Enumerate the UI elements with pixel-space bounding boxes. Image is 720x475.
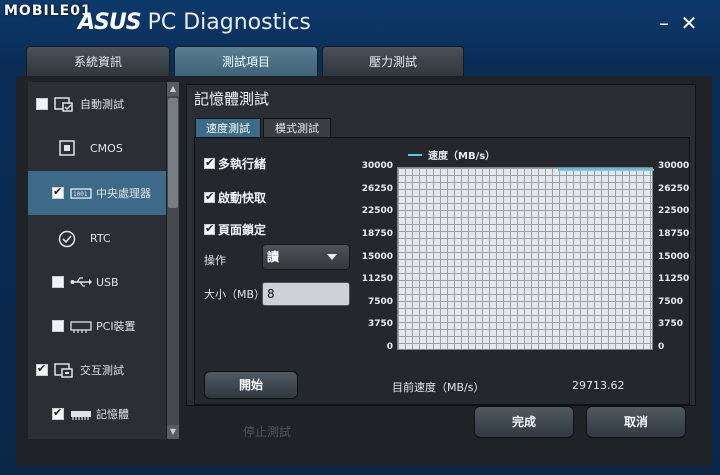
app-window: MOBILE01 ASUS PC Diagnostics – ✕ 系統資訊 測試… [0, 0, 720, 475]
y-axis-tick-right: 0 [658, 342, 665, 352]
svg-text:1001: 1001 [73, 191, 88, 198]
option-label: 多執行緒 [218, 157, 267, 171]
panel-title: 記憶體測試 [194, 90, 270, 108]
enable-cache-checkbox[interactable] [204, 190, 215, 203]
operation-value: 讀 [267, 250, 280, 264]
legend-label: 速度（MB/s） [428, 151, 496, 162]
y-axis-tick-right: 11250 [658, 274, 690, 285]
y-axis-tick-right: 18750 [658, 228, 690, 239]
y-axis-tick-right: 15000 [658, 251, 690, 262]
sidebar-item-label: USB [96, 275, 119, 289]
y-axis-tick-right: 26250 [658, 183, 690, 194]
usb-checkbox[interactable] [52, 276, 64, 288]
sidebar-item-label: 交互測試 [80, 364, 124, 377]
sidebar-item-cmos[interactable]: CMOS [28, 126, 166, 170]
tab-system-info[interactable]: 系統資訊 [26, 46, 170, 76]
start-button[interactable]: 開始 [204, 371, 298, 399]
cmos-icon [58, 140, 78, 156]
size-label: 大小（MB） [204, 288, 266, 301]
current-speed-label: 目前速度（MB/s） [392, 381, 485, 394]
interactive-test-icon [54, 362, 74, 378]
cpu-icon: 1001 [70, 185, 92, 201]
y-axis-tick-right: 30000 [658, 161, 690, 171]
chart-legend: 速度（MB/s） [408, 147, 495, 162]
pci-icon [70, 318, 92, 334]
auto-test-checkbox[interactable] [36, 98, 48, 110]
option-label: 頁面鎖定 [218, 223, 267, 237]
sidebar-item-label: 記憶體 [96, 408, 129, 421]
size-input[interactable]: 8 [262, 282, 350, 306]
sidebar-item-interactive-test[interactable]: 交互測試 [28, 348, 166, 392]
option-label: 啟動快取 [218, 191, 267, 205]
tab-stress-test[interactable]: 壓力測試 [322, 46, 464, 76]
usb-icon [70, 274, 92, 290]
rtc-clock-icon [58, 230, 78, 248]
y-axis-tick-left: 15000 [361, 251, 393, 262]
app-title: ASUS PC Diagnostics [78, 10, 311, 35]
option-multithread[interactable]: 多執行緒 [204, 155, 266, 172]
scroll-up-arrow-icon[interactable]: ▲ [167, 82, 179, 96]
y-axis-tick-left: 22500 [361, 206, 393, 217]
y-axis-tick-right: 7500 [658, 296, 684, 307]
sidebar-scrollbar[interactable]: ▲ ▼ [166, 82, 179, 439]
sidebar-item-usb[interactable]: USB [28, 260, 166, 304]
app-title-text: PC Diagnostics [147, 10, 311, 35]
legend-swatch [408, 153, 422, 156]
memory-icon [70, 406, 91, 422]
sidebar-item-cpu[interactable]: 1001 中央處理器 [28, 171, 166, 215]
sidebar-item-label: PCI裝置 [96, 320, 136, 333]
sidebar-item-pci[interactable]: PCI裝置 [28, 304, 166, 348]
speed-chart-plot [397, 167, 654, 350]
brand-logo: ASUS [78, 10, 142, 35]
pci-checkbox[interactable] [52, 320, 64, 332]
memory-checkbox[interactable] [52, 406, 64, 420]
sidebar-item-label: 中央處理器 [96, 187, 151, 200]
sidebar-item-rtc[interactable]: RTC [28, 216, 166, 260]
done-button[interactable]: 完成 [474, 406, 574, 438]
operation-select[interactable]: 讀 [262, 244, 350, 270]
tab-pattern-test[interactable]: 模式測試 [263, 118, 331, 137]
sidebar-item-label: CMOS [90, 141, 123, 155]
option-enable-cache[interactable]: 啟動快取 [204, 189, 266, 206]
cpu-checkbox[interactable] [52, 185, 64, 199]
sidebar-item-memory[interactable]: 記憶體 [28, 392, 166, 436]
interactive-test-checkbox[interactable] [36, 362, 48, 376]
current-speed-value: 29713.62 [572, 379, 625, 392]
y-axis-tick-right: 22500 [658, 206, 690, 217]
speed-chart-svg [558, 168, 654, 171]
scroll-down-arrow-icon[interactable]: ▼ [167, 425, 179, 439]
test-sidebar: 自動測試 CMOS 1001 中央處理器 RTC USB [28, 82, 166, 439]
sidebar-item-label: 自動測試 [80, 98, 124, 111]
sidebar-item-label: RTC [90, 231, 111, 245]
tab-test-items[interactable]: 測試項目 [174, 46, 318, 76]
close-button[interactable]: ✕ [678, 12, 700, 34]
y-axis-tick-left: 26250 [361, 183, 393, 194]
y-axis-tick-left: 3750 [367, 319, 393, 330]
auto-test-icon [54, 96, 74, 112]
title-bar: MOBILE01 ASUS PC Diagnostics – ✕ [0, 0, 720, 46]
y-axis-tick-left: 18750 [361, 228, 393, 239]
multithread-checkbox[interactable] [204, 156, 215, 169]
sidebar-item-auto-test[interactable]: 自動測試 [28, 82, 166, 126]
operation-label: 操作 [204, 254, 226, 267]
y-axis-tick-left: 11250 [361, 274, 393, 285]
y-axis-tick-left: 30000 [361, 161, 393, 171]
y-axis-tick-right: 3750 [658, 319, 684, 330]
tab-speed-test[interactable]: 速度測試 [195, 118, 261, 137]
page-lock-checkbox[interactable] [204, 222, 215, 235]
cancel-button[interactable]: 取消 [586, 406, 686, 438]
minimize-button[interactable]: – [653, 12, 675, 34]
y-axis-tick-left: 7500 [367, 296, 393, 307]
stop-test-button[interactable]: 停止測試 [218, 420, 316, 444]
option-page-lock[interactable]: 頁面鎖定 [204, 221, 266, 238]
y-axis-tick-left: 0 [386, 342, 393, 352]
scroll-thumb[interactable] [168, 98, 178, 208]
chevron-down-icon [327, 254, 337, 260]
